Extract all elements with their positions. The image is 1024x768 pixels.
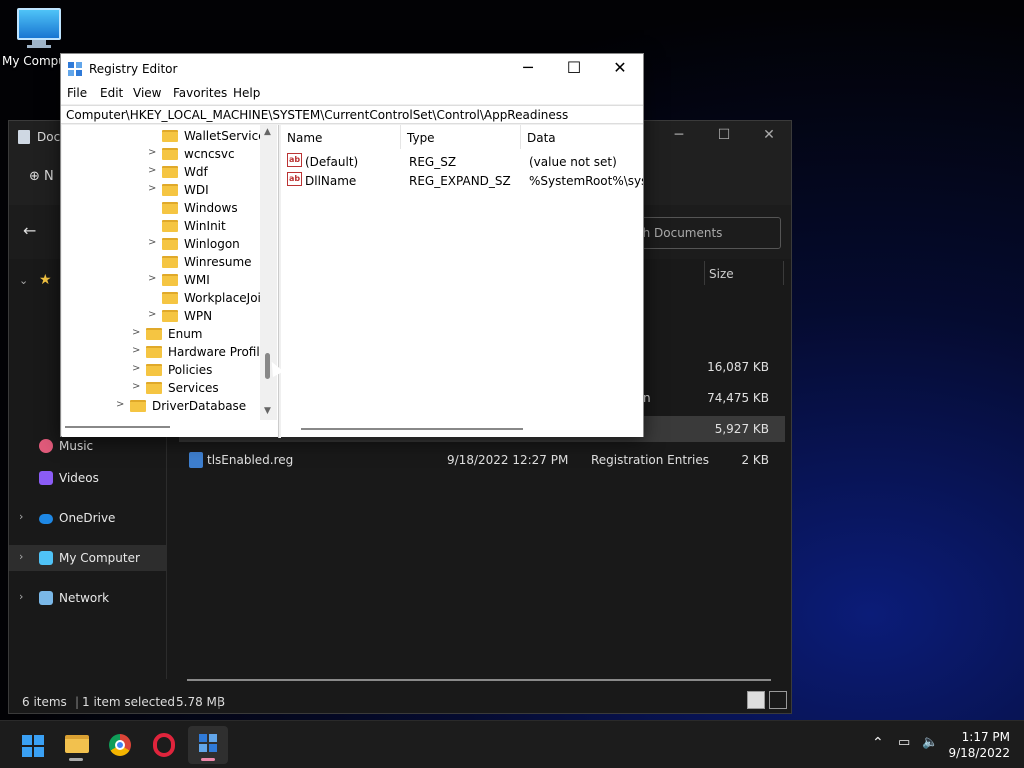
string-value-icon: ab: [287, 153, 302, 167]
maximize-icon[interactable]: ☐: [714, 127, 734, 143]
menu-view[interactable]: View: [133, 86, 161, 100]
chevron-right-icon[interactable]: ›: [19, 590, 23, 603]
menu-favorites[interactable]: Favorites: [173, 86, 227, 100]
document-icon: [18, 130, 30, 144]
nav-item-videos[interactable]: Videos: [9, 465, 167, 491]
clock-time: 1:17 PM: [961, 730, 1010, 744]
horizontal-scrollbar[interactable]: [187, 679, 771, 681]
taskbar-opera[interactable]: [144, 726, 184, 764]
folder-icon: [162, 166, 178, 178]
computer-icon: [39, 551, 53, 565]
folder-icon: [162, 148, 178, 160]
folder-icon: [162, 130, 178, 142]
reg-file-icon: [189, 452, 203, 468]
address-bar[interactable]: Computer\HKEY_LOCAL_MACHINE\SYSTEM\Curre…: [61, 105, 643, 124]
regedit-titlebar[interactable]: Registry Editor ─ ☐ ✕: [61, 54, 643, 84]
taskbar: ⌃ ▭ 🔈 1:17 PM 9/18/2022: [0, 720, 1024, 768]
folder-icon: [162, 274, 178, 286]
folder-icon: [162, 184, 178, 196]
column-header-type[interactable]: Type: [401, 125, 521, 149]
status-bar: 6 items | 1 item selected 5.78 MB |: [22, 695, 226, 709]
taskbar-registry-editor[interactable]: [188, 726, 228, 764]
scroll-up-icon[interactable]: ▲: [264, 127, 271, 137]
folder-icon: [162, 256, 178, 268]
nav-item-my-computer[interactable]: › My Computer: [9, 545, 167, 571]
computer-icon: [17, 8, 61, 40]
folder-icon: [146, 382, 162, 394]
window-title: Registry Editor: [89, 62, 178, 76]
network-icon: [39, 591, 53, 605]
close-button[interactable]: ✕: [597, 54, 643, 84]
registry-editor-icon: [199, 734, 217, 754]
network-status-icon[interactable]: ▭: [898, 735, 910, 750]
chevron-right-icon[interactable]: ›: [19, 550, 23, 563]
minimize-button[interactable]: ─: [505, 54, 551, 84]
folder-icon: [146, 364, 162, 376]
volume-icon[interactable]: 🔈: [922, 735, 938, 750]
menu-file[interactable]: File: [67, 86, 87, 100]
value-row[interactable]: ab DllName REG_EXPAND_SZ %SystemRoot%\sy…: [281, 171, 643, 190]
chevron-up-icon[interactable]: ⌃: [872, 735, 884, 751]
folder-icon: [162, 238, 178, 250]
folder-icon: [162, 292, 178, 304]
menu-help[interactable]: Help: [233, 86, 260, 100]
minimize-icon[interactable]: ─: [669, 127, 689, 143]
back-arrow-icon[interactable]: ←: [23, 221, 36, 240]
registry-editor-window[interactable]: Registry Editor ─ ☐ ✕ File Edit View Fav…: [60, 53, 644, 438]
folder-icon: [162, 220, 178, 232]
windows-start-icon: [22, 735, 44, 757]
start-button[interactable]: [12, 726, 52, 764]
videos-icon: [39, 471, 53, 485]
tiles-view-icon[interactable]: [769, 691, 787, 709]
file-explorer-icon: [65, 735, 89, 753]
clock-date: 9/18/2022: [948, 746, 1010, 760]
folder-icon: [130, 400, 146, 412]
file-row[interactable]: tlsEnabled.reg 9/18/2022 12:27 PM Regist…: [179, 447, 785, 473]
cloud-icon: [39, 514, 53, 524]
new-button[interactable]: ⊕ N: [29, 169, 54, 184]
column-header-data[interactable]: Data: [521, 125, 643, 149]
taskbar-file-explorer[interactable]: [56, 726, 96, 764]
folder-icon: [146, 346, 162, 358]
maximize-button[interactable]: ☐: [551, 54, 597, 84]
string-value-icon: ab: [287, 172, 302, 186]
tree-horizontal-scrollbar[interactable]: [65, 426, 170, 428]
values-list: Name Type Data ab (Default) REG_SZ (valu…: [281, 125, 643, 437]
registry-editor-icon: [68, 62, 83, 77]
value-row[interactable]: ab (Default) REG_SZ (value not set): [281, 152, 643, 171]
details-view-icon[interactable]: [747, 691, 765, 709]
nav-item-network[interactable]: › Network: [9, 585, 167, 611]
menu-edit[interactable]: Edit: [100, 86, 123, 100]
column-header-name[interactable]: Name: [281, 125, 401, 149]
system-clock[interactable]: 1:17 PM 9/18/2022: [948, 729, 1010, 761]
folder-icon: [162, 202, 178, 214]
close-icon[interactable]: ✕: [759, 127, 779, 143]
registry-tree: WalletService > wcncsvc > Wdf > WDI Windows…: [62, 125, 278, 437]
taskbar-chrome[interactable]: [100, 726, 140, 764]
nav-item-onedrive[interactable]: › OneDrive: [9, 505, 167, 531]
chevron-right-icon[interactable]: ›: [19, 510, 23, 523]
menu-bar: File Edit View Favorites Help: [61, 84, 643, 104]
chevron-down-icon[interactable]: ⌄: [19, 274, 28, 287]
values-horizontal-scrollbar[interactable]: [301, 428, 523, 430]
scroll-down-icon[interactable]: ▼: [264, 406, 271, 416]
column-header-size[interactable]: Size: [709, 267, 734, 281]
folder-icon: [146, 328, 162, 340]
opera-icon: [153, 733, 175, 757]
folder-icon: [162, 310, 178, 322]
music-icon: [39, 439, 53, 453]
star-icon: ★: [39, 272, 52, 288]
